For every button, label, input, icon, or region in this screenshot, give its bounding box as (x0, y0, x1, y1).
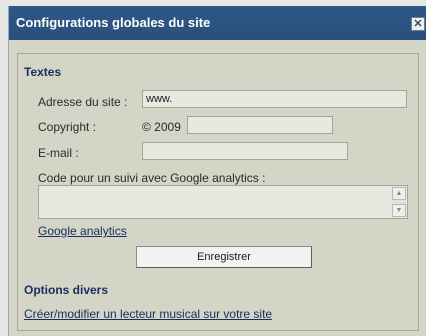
analytics-label: Code pour un suivi avec Google analytics… (38, 171, 266, 185)
dialog-titlebar: Configurations globales du site ✕ (9, 6, 426, 40)
email-label: E-mail : (38, 146, 79, 160)
close-icon: ✕ (413, 18, 423, 30)
copyright-prefix: © 2009 (142, 120, 181, 134)
adresse-label: Adresse du site : (38, 95, 128, 109)
analytics-textarea[interactable]: ▲ ▼ (38, 185, 408, 219)
close-button[interactable]: ✕ (411, 17, 425, 31)
chevron-down-icon[interactable]: ▼ (392, 204, 406, 217)
settings-dialog: Configurations globales du site ✕ Textes… (8, 6, 426, 336)
adresse-input[interactable]: www. (142, 90, 407, 108)
copyright-input[interactable] (187, 116, 333, 134)
textarea-scrollbar[interactable]: ▲ ▼ (392, 187, 406, 217)
settings-panel: Textes Adresse du site : www. Copyright … (17, 53, 419, 331)
chevron-up-icon[interactable]: ▲ (392, 187, 406, 200)
save-button[interactable]: Enregistrer (136, 246, 312, 268)
google-analytics-link[interactable]: Google analytics (38, 224, 127, 238)
copyright-label: Copyright : (38, 120, 97, 134)
music-player-link[interactable]: Créer/modifier un lecteur musical sur vo… (24, 307, 272, 321)
textes-section-title: Textes (24, 65, 62, 79)
dialog-title: Configurations globales du site (16, 15, 211, 30)
options-section-title: Options divers (24, 283, 109, 297)
email-input[interactable] (142, 142, 348, 160)
